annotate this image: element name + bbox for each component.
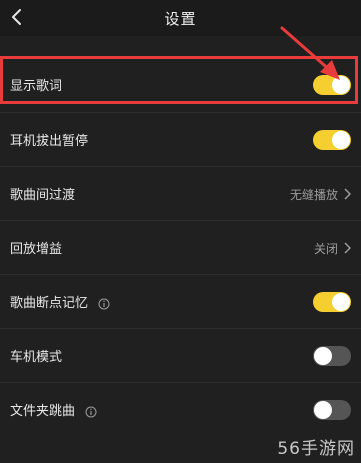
setting-label-show-lyrics: 显示歌词 (10, 79, 63, 94)
toggle-knob (332, 131, 350, 149)
watermark: 56手游网 (277, 439, 355, 459)
settings-list: 显示歌词 耳机拔出暂停 歌曲间过渡 无缝播放 回放增益 关闭 歌曲断点记忆 车机… (0, 58, 361, 436)
setting-label-replay-gain: 回放增益 (10, 242, 63, 257)
settings-page: 设置 显示歌词 耳机拔出暂停 歌曲间过渡 无缝播放 回放增益 关闭 歌曲断点记忆… (0, 0, 361, 463)
folder-skip-text: 文件夹跳曲 (10, 404, 76, 419)
replay-gain-value: 关闭 (313, 241, 338, 256)
setting-row-folder-skip: 文件夹跳曲 (0, 382, 361, 436)
crossfade-value-link[interactable]: 无缝播放 (290, 184, 351, 204)
setting-row-resume-playback: 歌曲断点记忆 (0, 274, 361, 328)
setting-row-car-mode: 车机模式 (0, 328, 361, 382)
resume-playback-text: 歌曲断点记忆 (10, 296, 89, 311)
setting-label-car-mode: 车机模式 (10, 350, 63, 365)
setting-label-headphone-pause: 耳机拔出暂停 (10, 134, 89, 149)
toggle-knob (314, 401, 332, 419)
setting-row-show-lyrics: 显示歌词 (0, 58, 361, 112)
chevron-right-icon (344, 242, 351, 254)
replay-gain-value-link[interactable]: 关闭 (314, 238, 351, 258)
toggle-knob (314, 347, 332, 365)
toggle-headphone-pause[interactable] (313, 130, 351, 150)
page-title: 设置 (164, 10, 197, 28)
toggle-show-lyrics[interactable] (313, 75, 351, 95)
setting-label-folder-skip: 文件夹跳曲 (10, 400, 97, 419)
crossfade-value: 无缝播放 (289, 187, 338, 202)
setting-label-resume-playback: 歌曲断点记忆 (10, 292, 110, 311)
info-icon[interactable] (85, 406, 97, 418)
setting-row-replay-gain[interactable]: 回放增益 关闭 (0, 220, 361, 274)
toggle-knob (332, 76, 350, 94)
setting-row-headphone-pause: 耳机拔出暂停 (0, 112, 361, 166)
setting-label-crossfade: 歌曲间过渡 (10, 188, 76, 203)
toggle-resume-playback[interactable] (313, 292, 351, 312)
header-bar: 设置 (0, 0, 361, 36)
setting-row-crossfade[interactable]: 歌曲间过渡 无缝播放 (0, 166, 361, 220)
toggle-folder-skip[interactable] (313, 400, 351, 420)
toggle-knob (332, 293, 350, 311)
info-icon[interactable] (98, 298, 110, 310)
chevron-right-icon (344, 188, 351, 200)
toggle-car-mode[interactable] (313, 346, 351, 366)
